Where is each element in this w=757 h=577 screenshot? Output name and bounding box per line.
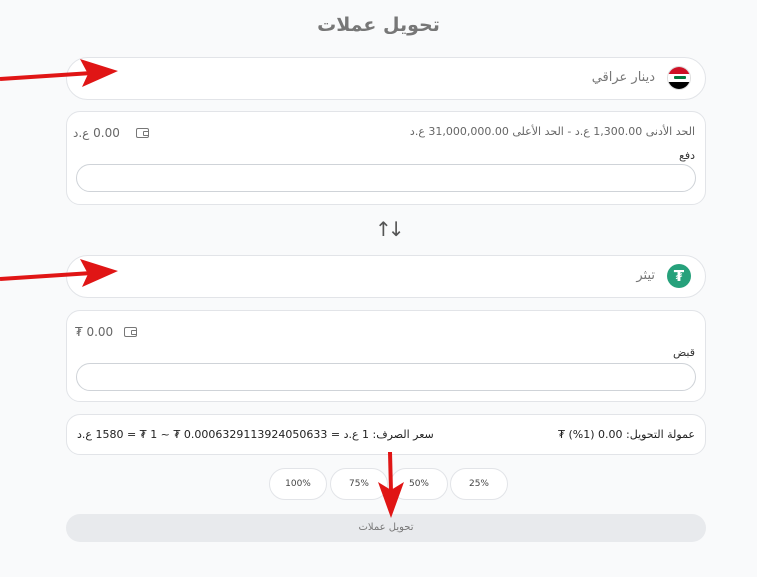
swap-arrows-icon[interactable]: ↑↓: [375, 217, 404, 241]
receive-label: قبض: [672, 346, 695, 359]
receive-amount-input[interactable]: [76, 363, 696, 391]
wallet-icon: [124, 327, 137, 337]
to-currency-selector[interactable]: ₮ تيثر: [66, 255, 706, 298]
exchange-rate-text: سعر الصرف: 1 ع.د = 0.0006329113924050633…: [77, 428, 434, 441]
percent-50-button[interactable]: 50%: [390, 468, 448, 500]
iraq-flag-icon: [667, 66, 691, 90]
to-currency-name: تيثر: [636, 268, 655, 283]
percent-100-button[interactable]: 100%: [269, 468, 327, 500]
from-balance: 0.00 ع.د: [73, 126, 120, 140]
pay-card: الحد الأدنى 1,300.00 ع.د - الحد الأعلى 3…: [66, 111, 706, 205]
convert-submit-button[interactable]: تحويل عملات: [66, 514, 706, 542]
rate-info-card: عمولة التحويل: 0.00 (1%) ₮ سعر الصرف: 1 …: [66, 414, 706, 455]
percent-25-button[interactable]: 25%: [450, 468, 508, 500]
to-balance: 0.00 ₮: [75, 325, 114, 339]
limits-text: الحد الأدنى 1,300.00 ع.د - الحد الأعلى 3…: [409, 125, 695, 138]
from-currency-selector[interactable]: دينار عراقي: [66, 57, 706, 100]
pay-label: دفع: [678, 149, 695, 162]
page-title: تحويل عملات: [317, 14, 440, 36]
receive-card: 0.00 ₮ قبض: [66, 310, 706, 402]
from-currency-name: دينار عراقي: [591, 70, 655, 85]
wallet-icon: [136, 128, 149, 138]
pay-amount-input[interactable]: [76, 164, 696, 192]
tether-icon: ₮: [667, 264, 691, 288]
fee-text: عمولة التحويل: 0.00 (1%) ₮: [557, 428, 695, 441]
percent-75-button[interactable]: 75%: [330, 468, 388, 500]
